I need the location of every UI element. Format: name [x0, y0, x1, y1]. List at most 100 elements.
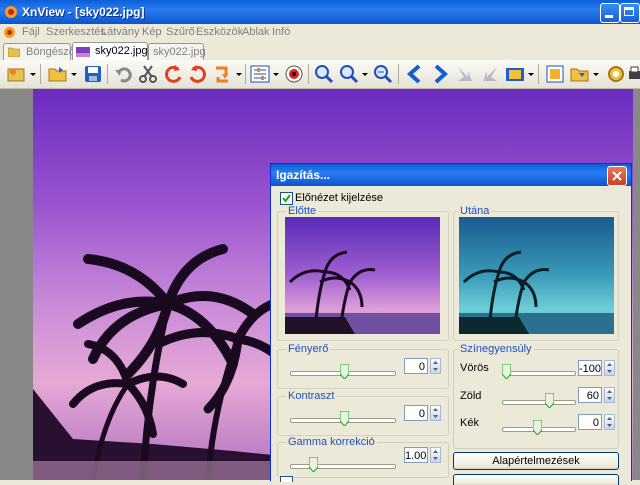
gamma-input[interactable]: 1.00: [404, 447, 428, 463]
properties-icon[interactable]: [544, 63, 566, 85]
tab-browser[interactable]: Böngésző: [3, 43, 75, 60]
toolbar-separator: [308, 64, 309, 84]
toolbar: [0, 60, 640, 89]
chevron-down-icon[interactable]: [235, 63, 243, 85]
green-input[interactable]: 60: [578, 387, 602, 403]
maximize-button[interactable]: [620, 3, 640, 23]
spin-arrows-icon: [607, 363, 612, 373]
last-page-icon[interactable]: [479, 63, 501, 85]
contrast-slider-thumb[interactable]: [340, 411, 349, 426]
zoom-fit-icon[interactable]: [372, 63, 394, 85]
brightness-slider-thumb[interactable]: [340, 364, 349, 379]
chevron-down-icon[interactable]: [272, 63, 280, 85]
green-label: Zöld: [460, 390, 482, 402]
before-label: Előtte: [286, 205, 319, 217]
menu-image[interactable]: Kép: [142, 26, 162, 38]
red-spinner[interactable]: [604, 360, 615, 376]
spin-arrows-icon: [433, 408, 438, 418]
menu-edit[interactable]: Szerkesztés: [46, 26, 106, 38]
chevron-down-icon[interactable]: [29, 63, 37, 85]
minimize-button[interactable]: [600, 3, 620, 23]
contrast-input[interactable]: 0: [404, 405, 428, 421]
minimize-icon: [605, 15, 613, 18]
after-label: Utána: [458, 205, 492, 217]
contrast-label: Kontraszt: [286, 390, 337, 402]
preview-checkbox[interactable]: [280, 192, 293, 205]
gamma-spinner[interactable]: [430, 447, 441, 463]
menu-file[interactable]: Fájl: [22, 26, 40, 38]
reset-defaults-button[interactable]: Alapértelmezések: [453, 452, 619, 470]
image-icon: [76, 47, 90, 57]
cut-icon[interactable]: [137, 63, 159, 85]
xnview-app-icon: [5, 6, 17, 18]
rotate-left-icon[interactable]: [162, 63, 184, 85]
chevron-down-icon[interactable]: [70, 63, 78, 85]
toolbar-separator: [40, 64, 41, 84]
blue-input[interactable]: 0: [578, 414, 602, 430]
color-balance-group: Színegyensúly Vörös -100 Zöld 60 Kék 0: [453, 343, 619, 449]
undo-icon[interactable]: [113, 63, 135, 85]
rotate-right-icon[interactable]: [187, 63, 209, 85]
blue-slider-thumb[interactable]: [533, 420, 542, 435]
browser-icon[interactable]: [5, 63, 27, 85]
before-group: Előtte: [277, 205, 449, 341]
after-preview-image: [459, 217, 614, 334]
zoom-out-icon[interactable]: [338, 63, 360, 85]
dialog-close-button[interactable]: [607, 166, 627, 186]
folder-icon: [8, 47, 20, 57]
red-slider-thumb[interactable]: [502, 364, 511, 379]
spin-arrows-icon: [433, 361, 438, 371]
gamma-slider-track[interactable]: [290, 464, 396, 469]
menu-info[interactable]: Infó: [272, 26, 290, 38]
tab-label: sky022.jpg: [95, 45, 148, 57]
option-checkbox[interactable]: [280, 476, 293, 482]
blue-label: Kék: [460, 417, 479, 429]
red-eye-icon[interactable]: [283, 63, 305, 85]
export-icon[interactable]: [569, 63, 591, 85]
save-icon[interactable]: [82, 63, 104, 85]
open-folder-icon[interactable]: [47, 63, 69, 85]
document-icon: [4, 27, 15, 38]
slideshow-icon[interactable]: [504, 63, 526, 85]
tab-sky022-active[interactable]: sky022.jpg: [72, 42, 148, 61]
brightness-input[interactable]: 0: [404, 358, 428, 374]
next-icon[interactable]: [429, 63, 451, 85]
close-icon: [612, 171, 622, 181]
after-group: Utána: [453, 205, 619, 341]
color-balance-label: Színegyensúly: [458, 343, 534, 355]
menu-window[interactable]: Ablak: [242, 26, 270, 38]
settings-icon[interactable]: [605, 63, 627, 85]
brightness-group: Fényerő 0: [277, 343, 449, 389]
tab-label: Böngésző: [26, 46, 75, 58]
green-spinner[interactable]: [604, 387, 615, 403]
menu-filter[interactable]: Szűrő: [166, 26, 195, 38]
gamma-slider-thumb[interactable]: [309, 457, 318, 472]
menu-bar: Fájl Szerkesztés Látvány Kép Szűrő Eszkö…: [0, 24, 640, 42]
adjust-icon[interactable]: [249, 63, 271, 85]
contrast-group: Kontraszt 0: [277, 390, 449, 436]
preview-checkbox-label: Előnézet kijelzése: [295, 192, 384, 204]
gamma-group: Gamma korrekció 1.00: [277, 436, 449, 478]
red-slider-track[interactable]: [502, 371, 576, 376]
menu-view[interactable]: Látvány: [101, 26, 140, 38]
flip-icon[interactable]: [212, 63, 234, 85]
zoom-in-icon[interactable]: [313, 63, 335, 85]
green-slider-track[interactable]: [502, 400, 576, 405]
previous-icon[interactable]: [404, 63, 426, 85]
blue-spinner[interactable]: [604, 414, 615, 430]
tab-sky022[interactable]: sky022.jpg: [148, 43, 206, 60]
contrast-spinner[interactable]: [430, 405, 441, 421]
chevron-down-icon[interactable]: [361, 63, 369, 85]
brightness-label: Fényerő: [286, 343, 331, 355]
toolbar-separator: [538, 64, 539, 84]
chevron-down-icon[interactable]: [592, 63, 600, 85]
brightness-spinner[interactable]: [430, 358, 441, 374]
chevron-down-icon[interactable]: [527, 63, 535, 85]
maximize-icon: [624, 7, 634, 16]
adjust-dialog: Igazítás... Előnézet kijelzése Előtte Ut…: [270, 163, 632, 485]
red-input[interactable]: -100: [578, 360, 602, 376]
first-page-icon[interactable]: [454, 63, 476, 85]
green-slider-thumb[interactable]: [545, 393, 554, 408]
menu-tools[interactable]: Eszközök: [196, 26, 243, 38]
printer-icon[interactable]: [628, 63, 640, 85]
